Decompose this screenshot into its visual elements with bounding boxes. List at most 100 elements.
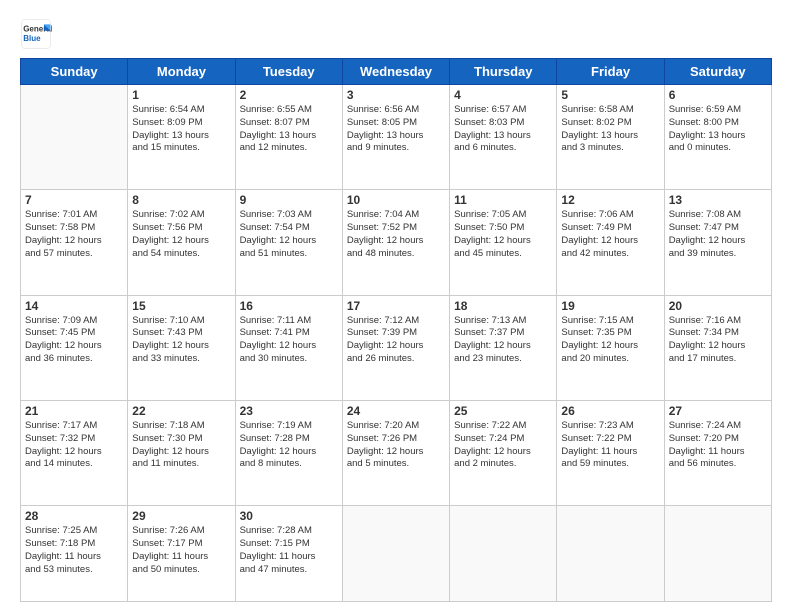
svg-text:Blue: Blue bbox=[23, 34, 41, 43]
calendar-cell: 18 Sunrise: 7:13 AMSunset: 7:37 PMDayligh… bbox=[450, 295, 557, 400]
calendar-cell: 17 Sunrise: 7:12 AMSunset: 7:39 PMDayligh… bbox=[342, 295, 449, 400]
day-number: 9 bbox=[240, 193, 338, 207]
day-number: 4 bbox=[454, 88, 552, 102]
calendar-header-row: SundayMondayTuesdayWednesdayThursdayFrid… bbox=[21, 59, 772, 85]
day-number: 7 bbox=[25, 193, 123, 207]
week-row-5: 28 Sunrise: 7:25 AMSunset: 7:18 PMDayligh… bbox=[21, 506, 772, 602]
day-header-sunday: Sunday bbox=[21, 59, 128, 85]
calendar-cell: 14Sunrise: 7:09 AMSunset: 7:45 PMDayligh… bbox=[21, 295, 128, 400]
day-number: 29 bbox=[132, 509, 230, 523]
calendar-cell: 23 Sunrise: 7:19 AMSunset: 7:28 PMDayligh… bbox=[235, 400, 342, 505]
cell-info: Sunrise: 7:06 AMSunset: 7:49 PMDaylight:… bbox=[561, 209, 659, 260]
calendar-cell: 8 Sunrise: 7:02 AMSunset: 7:56 PMDaylight… bbox=[128, 190, 235, 295]
calendar-cell bbox=[450, 506, 557, 602]
day-number: 24 bbox=[347, 404, 445, 418]
day-header-wednesday: Wednesday bbox=[342, 59, 449, 85]
day-number: 1 bbox=[132, 88, 230, 102]
calendar-cell: 6 Sunrise: 6:59 AMSunset: 8:00 PMDaylight… bbox=[664, 85, 771, 190]
day-number: 28 bbox=[25, 509, 123, 523]
week-row-3: 14Sunrise: 7:09 AMSunset: 7:45 PMDayligh… bbox=[21, 295, 772, 400]
day-number: 10 bbox=[347, 193, 445, 207]
calendar-cell: 13 Sunrise: 7:08 AMSunset: 7:47 PMDayligh… bbox=[664, 190, 771, 295]
calendar-cell: 2 Sunrise: 6:55 AMSunset: 8:07 PMDaylight… bbox=[235, 85, 342, 190]
day-number: 6 bbox=[669, 88, 767, 102]
week-row-1: 1 Sunrise: 6:54 AMSunset: 8:09 PMDaylight… bbox=[21, 85, 772, 190]
calendar-cell: 29Sunrise: 7:26 AMSunset: 7:17 PMDayligh… bbox=[128, 506, 235, 602]
day-number: 15 bbox=[132, 299, 230, 313]
calendar-cell bbox=[557, 506, 664, 602]
cell-info: Sunrise: 7:09 AMSunset: 7:45 PMDaylight:… bbox=[25, 315, 123, 366]
day-header-friday: Friday bbox=[557, 59, 664, 85]
calendar-cell: 19 Sunrise: 7:15 AMSunset: 7:35 PMDayligh… bbox=[557, 295, 664, 400]
cell-info: Sunrise: 6:58 AMSunset: 8:02 PMDaylight:… bbox=[561, 104, 659, 155]
day-header-thursday: Thursday bbox=[450, 59, 557, 85]
calendar-cell bbox=[21, 85, 128, 190]
calendar-cell: 30Sunrise: 7:28 AMSunset: 7:15 PMDayligh… bbox=[235, 506, 342, 602]
calendar-cell: 10 Sunrise: 7:04 AMSunset: 7:52 PMDayligh… bbox=[342, 190, 449, 295]
calendar-cell: 1 Sunrise: 6:54 AMSunset: 8:09 PMDaylight… bbox=[128, 85, 235, 190]
day-header-saturday: Saturday bbox=[664, 59, 771, 85]
cell-info: Sunrise: 7:10 AMSunset: 7:43 PMDaylight:… bbox=[132, 315, 230, 366]
calendar-cell: 9 Sunrise: 7:03 AMSunset: 7:54 PMDaylight… bbox=[235, 190, 342, 295]
cell-info: Sunrise: 7:20 AMSunset: 7:26 PMDaylight:… bbox=[347, 420, 445, 471]
calendar-table: SundayMondayTuesdayWednesdayThursdayFrid… bbox=[20, 58, 772, 602]
day-number: 5 bbox=[561, 88, 659, 102]
cell-info: Sunrise: 6:55 AMSunset: 8:07 PMDaylight:… bbox=[240, 104, 338, 155]
calendar-cell: 27 Sunrise: 7:24 AMSunset: 7:20 PMDayligh… bbox=[664, 400, 771, 505]
cell-info: Sunrise: 7:17 AMSunset: 7:32 PMDaylight:… bbox=[25, 420, 123, 471]
calendar-cell: 3Sunrise: 6:56 AMSunset: 8:05 PMDaylight… bbox=[342, 85, 449, 190]
day-number: 13 bbox=[669, 193, 767, 207]
calendar-cell: 4 Sunrise: 6:57 AMSunset: 8:03 PMDaylight… bbox=[450, 85, 557, 190]
calendar-cell: 21 Sunrise: 7:17 AMSunset: 7:32 PMDayligh… bbox=[21, 400, 128, 505]
day-number: 21 bbox=[25, 404, 123, 418]
cell-info: Sunrise: 7:24 AMSunset: 7:20 PMDaylight:… bbox=[669, 420, 767, 471]
calendar-cell: 20Sunrise: 7:16 AMSunset: 7:34 PMDayligh… bbox=[664, 295, 771, 400]
cell-info: Sunrise: 7:05 AMSunset: 7:50 PMDaylight:… bbox=[454, 209, 552, 260]
day-number: 25 bbox=[454, 404, 552, 418]
calendar-cell: 16 Sunrise: 7:11 AMSunset: 7:41 PMDayligh… bbox=[235, 295, 342, 400]
day-number: 8 bbox=[132, 193, 230, 207]
cell-info: Sunrise: 7:01 AMSunset: 7:58 PMDaylight:… bbox=[25, 209, 123, 260]
cell-info: Sunrise: 7:11 AMSunset: 7:41 PMDaylight:… bbox=[240, 315, 338, 366]
day-number: 18 bbox=[454, 299, 552, 313]
cell-info: Sunrise: 7:04 AMSunset: 7:52 PMDaylight:… bbox=[347, 209, 445, 260]
logo-icon: General Blue bbox=[20, 18, 52, 50]
day-header-monday: Monday bbox=[128, 59, 235, 85]
calendar-cell: 15 Sunrise: 7:10 AMSunset: 7:43 PMDayligh… bbox=[128, 295, 235, 400]
day-number: 27 bbox=[669, 404, 767, 418]
header: General Blue bbox=[20, 18, 772, 50]
cell-info: Sunrise: 7:19 AMSunset: 7:28 PMDaylight:… bbox=[240, 420, 338, 471]
calendar-cell: 25 Sunrise: 7:22 AMSunset: 7:24 PMDayligh… bbox=[450, 400, 557, 505]
cell-info: Sunrise: 7:13 AMSunset: 7:37 PMDaylight:… bbox=[454, 315, 552, 366]
cell-info: Sunrise: 7:28 AMSunset: 7:15 PMDaylight:… bbox=[240, 525, 338, 576]
calendar-cell bbox=[342, 506, 449, 602]
cell-info: Sunrise: 6:54 AMSunset: 8:09 PMDaylight:… bbox=[132, 104, 230, 155]
week-row-2: 7 Sunrise: 7:01 AMSunset: 7:58 PMDaylight… bbox=[21, 190, 772, 295]
cell-info: Sunrise: 7:23 AMSunset: 7:22 PMDaylight:… bbox=[561, 420, 659, 471]
cell-info: Sunrise: 7:08 AMSunset: 7:47 PMDaylight:… bbox=[669, 209, 767, 260]
day-number: 12 bbox=[561, 193, 659, 207]
day-number: 16 bbox=[240, 299, 338, 313]
cell-info: Sunrise: 7:02 AMSunset: 7:56 PMDaylight:… bbox=[132, 209, 230, 260]
cell-info: Sunrise: 7:03 AMSunset: 7:54 PMDaylight:… bbox=[240, 209, 338, 260]
cell-info: Sunrise: 7:25 AMSunset: 7:18 PMDaylight:… bbox=[25, 525, 123, 576]
page: General Blue SundayMondayTuesdayWednesda… bbox=[0, 0, 792, 612]
calendar-cell: 5 Sunrise: 6:58 AMSunset: 8:02 PMDaylight… bbox=[557, 85, 664, 190]
cell-info: Sunrise: 7:22 AMSunset: 7:24 PMDaylight:… bbox=[454, 420, 552, 471]
day-number: 19 bbox=[561, 299, 659, 313]
day-number: 20 bbox=[669, 299, 767, 313]
day-number: 26 bbox=[561, 404, 659, 418]
cell-info: Sunrise: 6:56 AMSunset: 8:05 PMDaylight:… bbox=[347, 104, 445, 155]
cell-info: Sunrise: 6:59 AMSunset: 8:00 PMDaylight:… bbox=[669, 104, 767, 155]
calendar-cell: 12 Sunrise: 7:06 AMSunset: 7:49 PMDayligh… bbox=[557, 190, 664, 295]
day-number: 22 bbox=[132, 404, 230, 418]
day-number: 17 bbox=[347, 299, 445, 313]
cell-info: Sunrise: 7:12 AMSunset: 7:39 PMDaylight:… bbox=[347, 315, 445, 366]
day-number: 23 bbox=[240, 404, 338, 418]
calendar-cell: 11 Sunrise: 7:05 AMSunset: 7:50 PMDayligh… bbox=[450, 190, 557, 295]
cell-info: Sunrise: 6:57 AMSunset: 8:03 PMDaylight:… bbox=[454, 104, 552, 155]
cell-info: Sunrise: 7:15 AMSunset: 7:35 PMDaylight:… bbox=[561, 315, 659, 366]
day-number: 2 bbox=[240, 88, 338, 102]
calendar-cell: 24 Sunrise: 7:20 AMSunset: 7:26 PMDayligh… bbox=[342, 400, 449, 505]
day-number: 11 bbox=[454, 193, 552, 207]
